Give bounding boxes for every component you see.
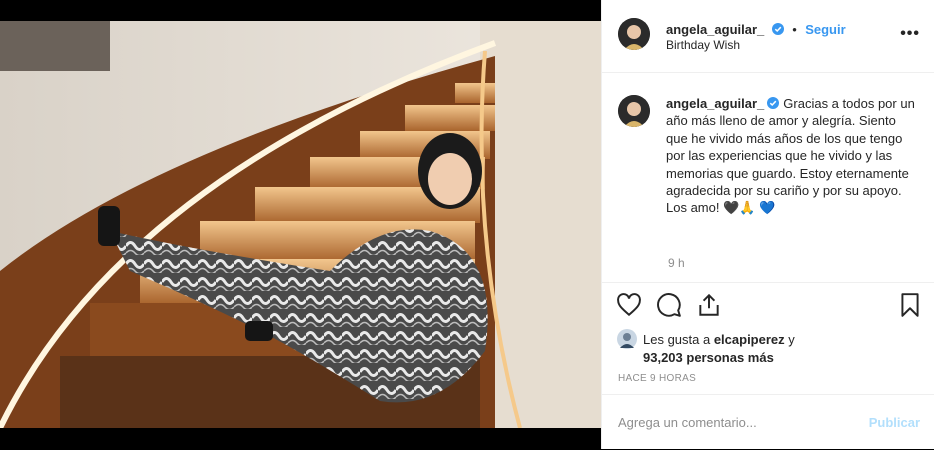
post-modal: angela_aguilar_ • Seguir Birthday Wish •… xyxy=(0,0,934,449)
publish-button[interactable]: Publicar xyxy=(869,415,920,430)
follow-button[interactable]: Seguir xyxy=(805,22,845,37)
likes-count[interactable]: 93,203 personas más xyxy=(643,350,774,365)
more-options-icon[interactable]: ••• xyxy=(900,25,920,43)
photo-illustration xyxy=(0,21,601,428)
comment-icon[interactable] xyxy=(656,292,682,318)
avatar[interactable] xyxy=(618,18,650,50)
header-username[interactable]: angela_aguilar_ xyxy=(666,22,764,37)
caption-time[interactable]: 9 h xyxy=(668,256,685,270)
verified-badge-icon xyxy=(767,97,780,109)
caption-text: Gracias a todos por un año más lleno de … xyxy=(666,96,915,216)
caption-username[interactable]: angela_aguilar_ xyxy=(666,96,764,111)
header-user-line: angela_aguilar_ • Seguir xyxy=(666,21,846,39)
comment-input[interactable] xyxy=(618,415,838,430)
action-bar xyxy=(602,292,934,322)
avatar-image xyxy=(618,18,650,50)
divider xyxy=(602,282,934,283)
verified-badge-icon xyxy=(771,23,784,35)
post-side-panel: angela_aguilar_ • Seguir Birthday Wish •… xyxy=(601,0,934,449)
comment-box: Publicar xyxy=(602,394,934,450)
caption-avatar[interactable] xyxy=(618,95,650,127)
liker-avatar[interactable] xyxy=(617,329,637,349)
share-icon[interactable] xyxy=(696,292,722,318)
caption: angela_aguilar_ Gracias a todos por un a… xyxy=(666,95,916,217)
post-header: angela_aguilar_ • Seguir Birthday Wish •… xyxy=(602,0,934,73)
likes-mid: y xyxy=(784,332,795,347)
avatar-image xyxy=(618,95,650,127)
post-location[interactable]: Birthday Wish xyxy=(666,38,740,52)
likes-summary: Les gusta a elcapiperez y 93,203 persona… xyxy=(617,329,917,367)
likes-prefix: Les gusta a xyxy=(643,332,714,347)
heart-icon[interactable] xyxy=(616,292,642,318)
post-photo[interactable] xyxy=(0,21,601,428)
post-time-ago[interactable]: HACE 9 HORAS xyxy=(618,373,696,384)
likes-user[interactable]: elcapiperez xyxy=(714,332,785,347)
bookmark-icon[interactable] xyxy=(897,292,923,318)
header-dot: • xyxy=(792,22,797,37)
